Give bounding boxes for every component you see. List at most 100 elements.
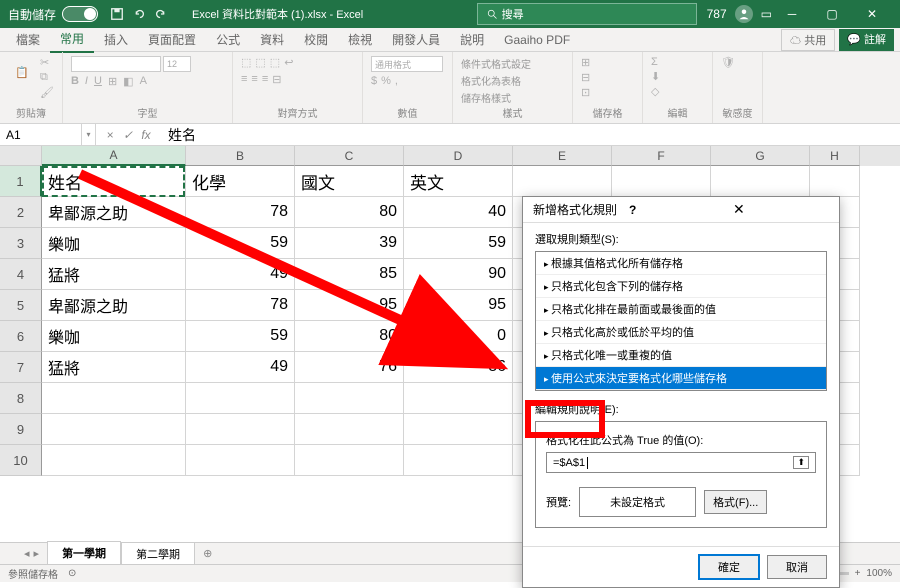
row-header-7[interactable]: 7 — [0, 352, 42, 383]
tab-formulas[interactable]: 公式 — [206, 27, 250, 52]
cancel-button[interactable]: 取消 — [767, 555, 827, 579]
row-header-1[interactable]: 1 — [0, 166, 42, 197]
rule-item[interactable]: 只格式化包含下列的儲存格 — [536, 275, 826, 298]
cancel-formula-icon[interactable]: × — [102, 128, 118, 142]
col-header-F[interactable]: F — [612, 146, 711, 166]
insert-cells-button[interactable]: ⊞ — [581, 56, 590, 69]
fill-button[interactable]: ⬇ — [651, 70, 660, 83]
cell-A7[interactable]: 猛將 — [42, 352, 186, 383]
close-button[interactable]: ✕ — [852, 0, 892, 28]
sensitivity-button[interactable]: 🛡 — [721, 56, 735, 69]
row-header-4[interactable]: 4 — [0, 259, 42, 290]
align-left-icon[interactable]: ≡ — [241, 73, 247, 86]
tab-home[interactable]: 常用 — [50, 26, 94, 53]
tab-view[interactable]: 檢視 — [338, 27, 382, 52]
zoom-in-icon[interactable]: + — [855, 568, 861, 579]
fill-color-button[interactable]: ◧ — [123, 75, 133, 88]
enter-formula-icon[interactable]: ✓ — [120, 128, 136, 142]
row-header-5[interactable]: 5 — [0, 290, 42, 321]
underline-button[interactable]: U — [94, 75, 102, 88]
wrap-text-button[interactable]: ↩ — [284, 56, 293, 69]
percent-button[interactable]: % — [381, 75, 391, 87]
row-header-3[interactable]: 3 — [0, 228, 42, 259]
cell-A5[interactable]: 卑鄙源之助 — [42, 290, 186, 321]
border-button[interactable]: ⊞ — [108, 75, 117, 88]
row-header-10[interactable]: 10 — [0, 445, 42, 476]
col-header-A[interactable]: A — [42, 146, 186, 166]
add-sheet-button[interactable]: ⊕ — [195, 547, 220, 560]
conditional-formatting-button[interactable]: 條件式格式設定 — [461, 56, 531, 71]
bold-button[interactable]: B — [71, 75, 79, 88]
cell-styles-button[interactable]: 儲存格樣式 — [461, 90, 531, 105]
tab-data[interactable]: 資料 — [250, 27, 294, 52]
delete-cells-button[interactable]: ⊟ — [581, 71, 590, 84]
cell-A1[interactable]: 姓名 — [42, 166, 186, 197]
select-all-corner[interactable] — [0, 146, 42, 166]
user-area[interactable]: 787 ▭ — [707, 5, 772, 23]
font-color-button[interactable]: A — [140, 75, 147, 88]
format-cells-button[interactable]: ⊡ — [581, 86, 590, 99]
rule-item[interactable]: 根據其值格式化所有儲存格 — [536, 252, 826, 275]
cell-A4[interactable]: 猛將 — [42, 259, 186, 290]
tab-help[interactable]: 說明 — [450, 27, 494, 52]
col-header-D[interactable]: D — [404, 146, 513, 166]
tab-insert[interactable]: 插入 — [94, 27, 138, 52]
currency-button[interactable]: $ — [371, 75, 377, 87]
search-box[interactable]: 搜尋 — [477, 3, 697, 25]
redo-icon[interactable] — [154, 7, 168, 21]
cell-B1[interactable]: 化學 — [186, 166, 295, 197]
cell-C1[interactable]: 國文 — [295, 166, 404, 197]
paste-button[interactable]: 📋 — [8, 56, 36, 88]
row-header-2[interactable]: 2 — [0, 197, 42, 228]
cut-icon[interactable]: ✂ — [40, 56, 54, 69]
undo-icon[interactable] — [132, 7, 146, 21]
font-name-dropdown[interactable] — [71, 56, 161, 72]
dialog-close-icon[interactable]: ✕ — [733, 201, 829, 218]
share-button[interactable]: ☁ 共用 — [781, 29, 835, 51]
format-button[interactable]: 格式(F)... — [704, 490, 767, 514]
tab-gaaiho[interactable]: Gaaiho PDF — [494, 29, 580, 51]
range-picker-icon[interactable]: ⬆ — [793, 456, 809, 469]
sheet-tab-2[interactable]: 第二學期 — [121, 542, 195, 566]
ribbon-display-icon[interactable]: ▭ — [761, 7, 772, 21]
comment-button[interactable]: 💬 註解 — [839, 29, 894, 51]
save-icon[interactable] — [110, 7, 124, 21]
row-header-9[interactable]: 9 — [0, 414, 42, 445]
clear-button[interactable]: ◇ — [651, 85, 660, 98]
align-top-icon[interactable]: ⬚ — [241, 56, 251, 69]
cell-A6[interactable]: 樂咖 — [42, 321, 186, 352]
copy-icon[interactable]: ⧉ — [40, 71, 54, 84]
col-header-E[interactable]: E — [513, 146, 612, 166]
name-box-dropdown[interactable]: ▾ — [82, 124, 96, 145]
sheet-nav-prev-icon[interactable]: ◂ — [24, 547, 30, 560]
format-painter-icon[interactable]: 🖌 — [40, 86, 54, 99]
recorder-icon[interactable]: ⊙ — [68, 568, 76, 579]
col-header-G[interactable]: G — [711, 146, 810, 166]
number-format-dropdown[interactable]: 通用格式 — [371, 56, 443, 72]
font-size-dropdown[interactable]: 12 — [163, 56, 191, 72]
ok-button[interactable]: 確定 — [699, 555, 759, 579]
minimize-button[interactable]: ─ — [772, 0, 812, 28]
col-header-B[interactable]: B — [186, 146, 295, 166]
rule-item[interactable]: 只格式化高於或低於平均的值 — [536, 321, 826, 344]
col-header-H[interactable]: H — [810, 146, 860, 166]
cell-A2[interactable]: 卑鄙源之助 — [42, 197, 186, 228]
dialog-help-icon[interactable]: ? — [629, 203, 725, 217]
rule-type-list[interactable]: 根據其值格式化所有儲存格 只格式化包含下列的儲存格 只格式化排在最前面或最後面的… — [535, 251, 827, 391]
autosave-toggle[interactable]: 自動儲存 — [8, 6, 98, 23]
sheet-nav-next-icon[interactable]: ▸ — [34, 547, 40, 560]
zoom-level[interactable]: 100% — [866, 568, 892, 579]
autosum-button[interactable]: Σ — [651, 56, 660, 68]
format-as-table-button[interactable]: 格式化為表格 — [461, 73, 531, 88]
fx-icon[interactable]: fx — [138, 128, 154, 142]
rule-item[interactable]: 只格式化唯一或重複的值 — [536, 344, 826, 367]
merge-button[interactable]: ⊟ — [272, 73, 281, 86]
name-box[interactable]: A1 — [0, 124, 82, 145]
row-header-8[interactable]: 8 — [0, 383, 42, 414]
formula-input[interactable]: =$A$1 ⬆ — [546, 452, 816, 473]
sheet-tab-1[interactable]: 第一學期 — [47, 541, 121, 566]
tab-layout[interactable]: 頁面配置 — [138, 27, 206, 52]
tab-review[interactable]: 校閱 — [294, 27, 338, 52]
row-header-6[interactable]: 6 — [0, 321, 42, 352]
rule-item-selected[interactable]: 使用公式來決定要格式化哪些儲存格 — [536, 367, 826, 390]
